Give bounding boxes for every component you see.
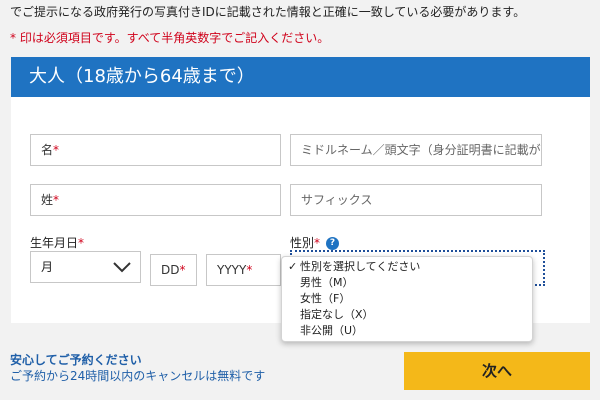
first-name-input[interactable]: 名* (30, 134, 281, 166)
last-name-placeholder: 姓 (41, 193, 54, 207)
gender-label: 性別*? (290, 234, 340, 251)
section-title: 大人（18歳から64歳まで） (11, 57, 590, 97)
required-star: * (53, 193, 60, 207)
gender-dropdown: ✓ 性別を選択してください 男性（M） 女性（F） 指定なし（X） 非公開（U） (281, 256, 533, 342)
gender-option[interactable]: 男性（M） (282, 275, 532, 291)
suffix-input[interactable]: サフィックス (290, 184, 542, 216)
intro-text: でご提示になる政府発行の写真付きIDに記載された情報と正確に一致している必要があ… (10, 5, 526, 19)
gender-option-label: 指定なし（X） (300, 308, 374, 321)
gender-option[interactable]: 非公開（U） (282, 323, 532, 339)
middle-name-placeholder: ミドルネーム／頭文字（身分証明書に記載が... (301, 143, 542, 157)
gender-option[interactable]: ✓ 性別を選択してください (282, 259, 532, 275)
required-star: * (314, 236, 321, 250)
help-icon[interactable]: ? (326, 237, 340, 250)
required-star: * (53, 143, 60, 157)
reassure-subtitle: ご予約から24時間以内のキャンセルは無料です (10, 369, 266, 383)
gender-option[interactable]: 指定なし（X） (282, 307, 532, 323)
gender-option-label: 男性（M） (300, 276, 354, 289)
day-placeholder: DD (161, 263, 180, 277)
birthdate-label-text: 生年月日 (30, 236, 79, 250)
year-input[interactable]: YYYY* (206, 254, 281, 286)
gender-label-text: 性別 (290, 236, 315, 250)
required-star: * (246, 263, 253, 277)
year-placeholder: YYYY (217, 263, 247, 277)
middle-name-input[interactable]: ミドルネーム／頭文字（身分証明書に記載が... (290, 134, 542, 166)
required-note: * 印は必須項目です。すべて半角英数字でご記入ください。 (10, 31, 330, 45)
gender-option[interactable]: 女性（F） (282, 291, 532, 307)
month-select[interactable]: 月 (30, 251, 141, 283)
required-star: * (78, 236, 85, 250)
suffix-placeholder: サフィックス (301, 193, 373, 207)
first-name-placeholder: 名 (41, 143, 54, 157)
last-name-input[interactable]: 姓* (30, 184, 281, 216)
day-input[interactable]: DD* (150, 254, 197, 286)
gender-option-label: 非公開（U） (300, 324, 364, 337)
gender-option-label: 性別を選択してください (300, 260, 421, 273)
chevron-down-icon (113, 262, 131, 273)
birthdate-label: 生年月日* (30, 234, 84, 251)
next-button[interactable]: 次へ (404, 352, 590, 390)
reassure-title: 安心してご予約ください (10, 353, 142, 367)
gender-option-label: 女性（F） (300, 292, 351, 305)
month-select-value: 月 (41, 260, 54, 274)
required-star: * (179, 263, 186, 277)
check-icon: ✓ (288, 260, 298, 273)
